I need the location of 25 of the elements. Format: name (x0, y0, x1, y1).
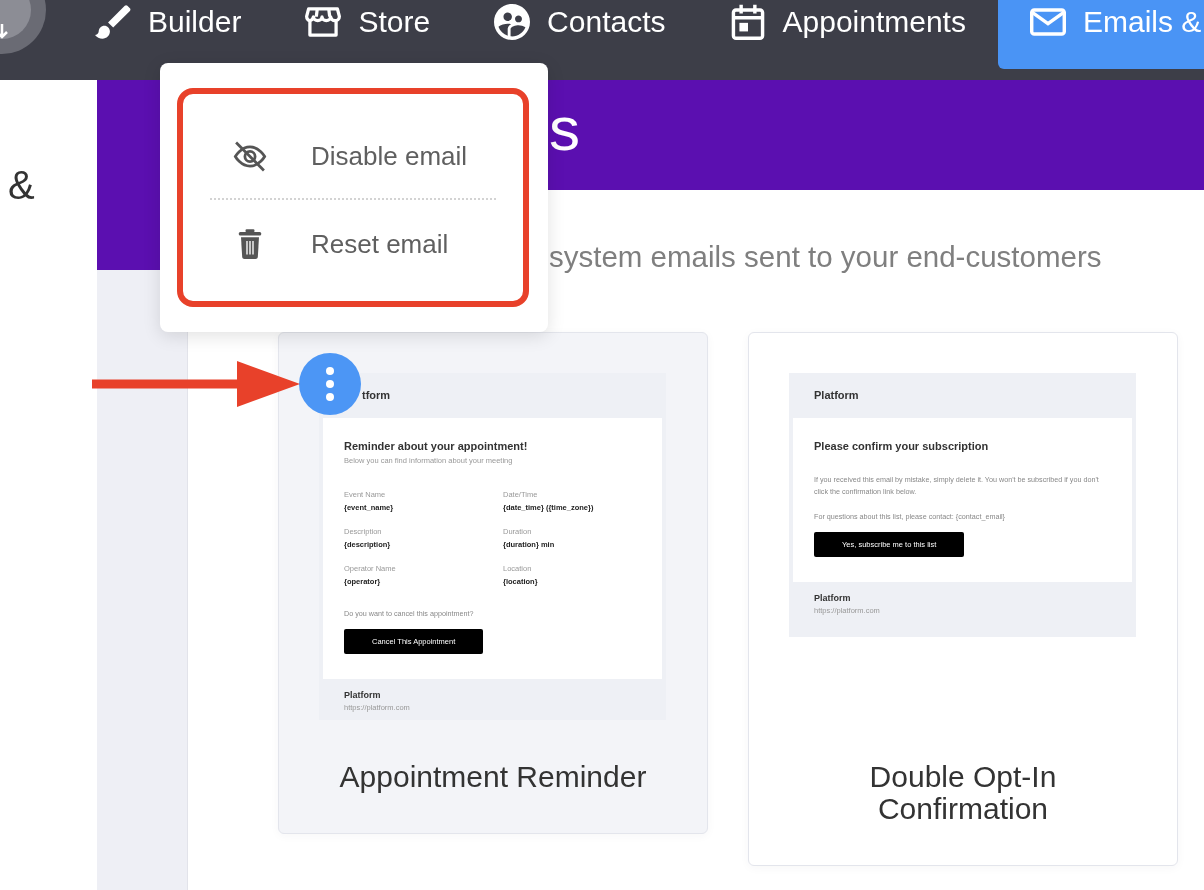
footer-brand: Platform (344, 690, 382, 700)
eye-slash-icon (233, 140, 267, 172)
template-card[interactable] (748, 332, 1178, 866)
card-title: Appointment Reminder (338, 761, 648, 793)
calendar-icon (729, 4, 766, 40)
storefront-icon (305, 4, 342, 40)
nav-tab[interactable]: Appointments (697, 0, 998, 56)
footer-brand: Platform (814, 593, 852, 603)
nav-tab[interactable]: Builder (63, 0, 274, 56)
menu-item[interactable]: Disable email (210, 124, 496, 188)
brush-icon (95, 4, 131, 40)
template-card[interactable] (278, 332, 708, 834)
email-brand: Platform (814, 389, 859, 402)
email-heading: Please confirm your subscription (814, 439, 990, 453)
dots-vertical-icon (326, 367, 334, 401)
page-subtitle: system emails sent to your end-customers (549, 240, 1102, 274)
menu-item[interactable]: Reset email (210, 212, 496, 276)
page-title: s (549, 98, 580, 160)
email-brand: tform (362, 389, 391, 402)
nav-tab[interactable]: Contacts (462, 0, 698, 56)
trash-icon (238, 229, 262, 259)
sidebar-title: & (8, 165, 35, 205)
card-title: Double Opt-In Confirmation (868, 761, 1058, 825)
nav-tab[interactable]: Store (273, 0, 463, 56)
email-heading: Reminder about your appointment! (344, 439, 529, 453)
